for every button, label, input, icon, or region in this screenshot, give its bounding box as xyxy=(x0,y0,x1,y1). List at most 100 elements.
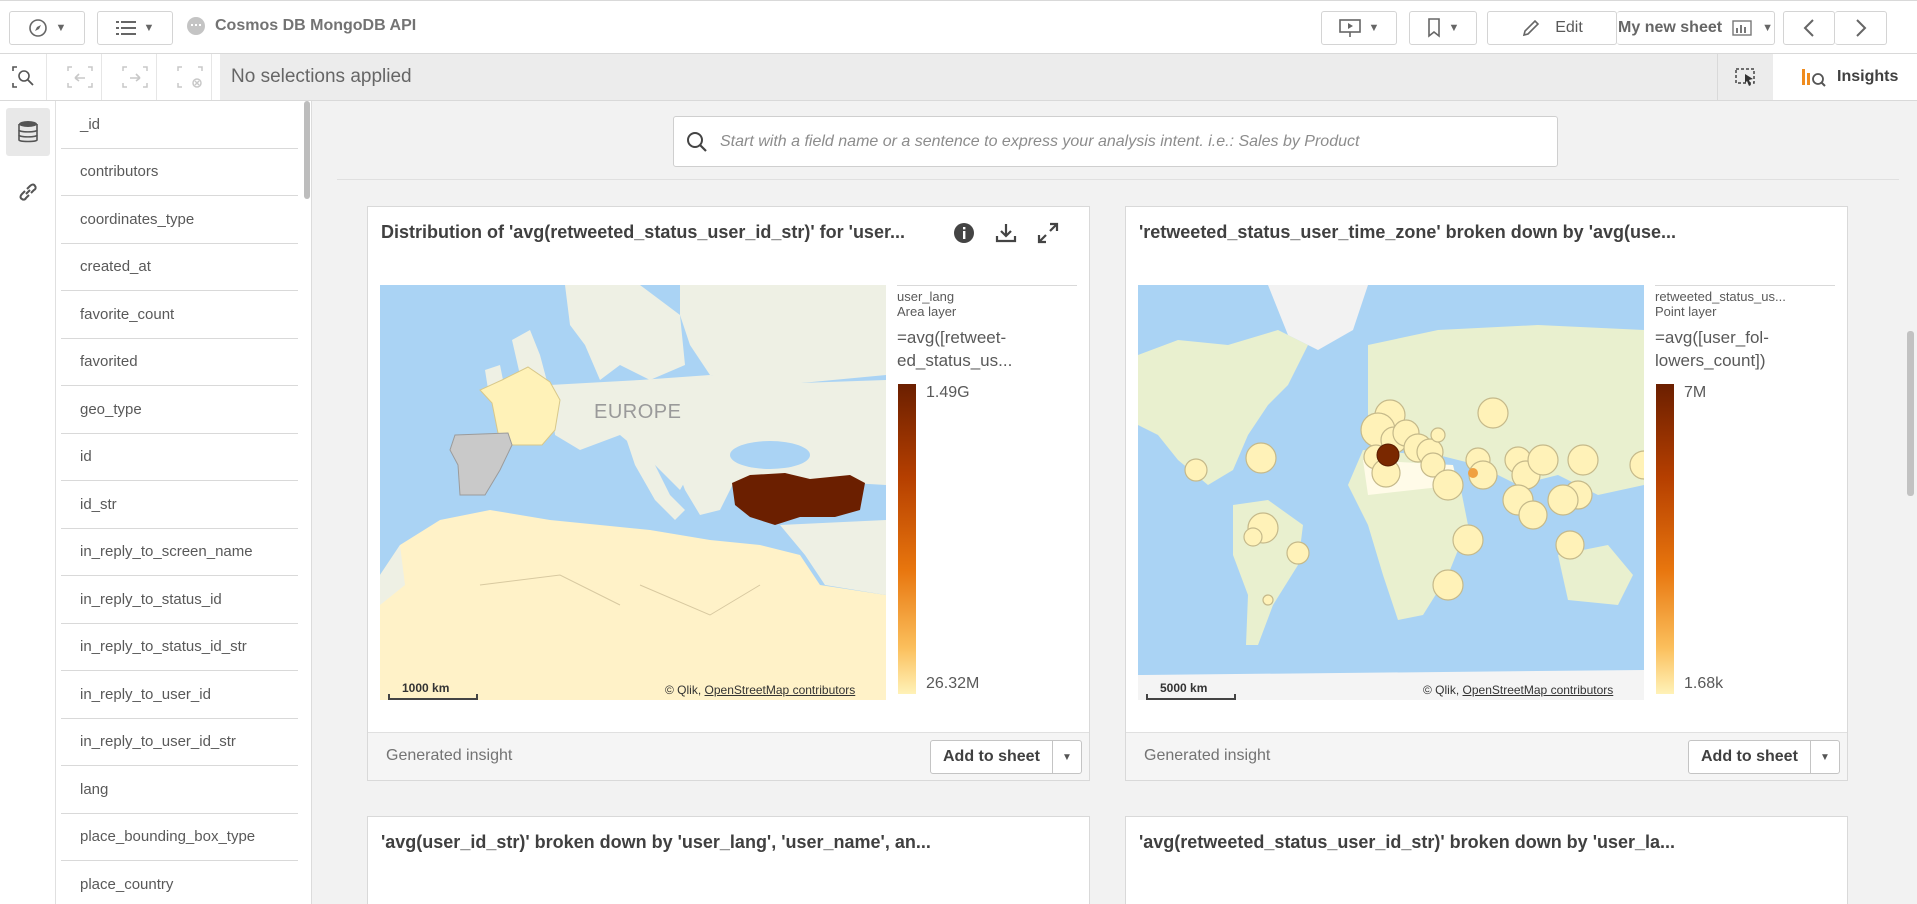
map-point-max[interactable] xyxy=(1376,443,1400,467)
map-point-mid[interactable] xyxy=(1468,468,1478,478)
field-item[interactable]: favorite_count xyxy=(61,291,298,339)
map-point[interactable] xyxy=(1262,594,1274,606)
main-scrollbar[interactable] xyxy=(1907,331,1914,496)
map-point[interactable] xyxy=(1243,527,1263,547)
add-to-sheet-button[interactable]: Add to sheet ▼ xyxy=(930,740,1082,774)
legend-expression: =avg([user_fol-lowers_count]) xyxy=(1655,328,1769,370)
map-point[interactable] xyxy=(1452,524,1484,556)
bookmark-button[interactable]: ▼ xyxy=(1409,11,1477,45)
insight-search-box[interactable] xyxy=(673,116,1558,167)
chevron-down-icon: ▼ xyxy=(1762,22,1773,34)
field-item[interactable]: place_country xyxy=(61,861,298,904)
redo-icon xyxy=(121,66,148,88)
field-item[interactable]: geo_type xyxy=(61,386,298,434)
add-to-sheet-button[interactable]: Add to sheet ▼ xyxy=(1688,740,1840,774)
card-title: 'avg(user_id_str)' broken down by 'user_… xyxy=(381,832,931,852)
compass-icon xyxy=(28,19,47,37)
app-name-label: Cosmos DB MongoDB API xyxy=(215,17,417,34)
master-items-tab[interactable] xyxy=(6,168,50,216)
map-point[interactable] xyxy=(1477,397,1509,429)
step-back-button[interactable] xyxy=(58,54,102,100)
map-point[interactable] xyxy=(1184,458,1208,482)
field-item[interactable]: id xyxy=(61,434,298,481)
map-point[interactable] xyxy=(1432,569,1464,601)
field-item[interactable]: place_bounding_box_type xyxy=(61,814,298,861)
field-item[interactable]: id_str xyxy=(61,481,298,529)
map-point[interactable] xyxy=(1547,484,1579,516)
clear-selections-button[interactable] xyxy=(168,54,212,100)
list-icon xyxy=(115,21,136,35)
osm-link[interactable]: OpenStreetMap contributors xyxy=(705,683,856,697)
insights-button[interactable]: Insights xyxy=(1773,54,1917,100)
insight-search-input[interactable] xyxy=(720,132,1540,151)
legend-max-value: 1.49G xyxy=(926,384,970,401)
field-item[interactable]: contributors xyxy=(61,149,298,196)
app-title: Cosmos DB MongoDB API xyxy=(187,17,416,35)
info-icon[interactable] xyxy=(950,219,978,247)
step-forward-button[interactable] xyxy=(113,54,157,100)
osm-link[interactable]: OpenStreetMap contributors xyxy=(1463,683,1614,697)
expand-icon[interactable] xyxy=(1034,219,1062,247)
generated-insight-label: Generated insight xyxy=(386,747,513,764)
sheet-menu-button[interactable]: My new sheet ▼ xyxy=(1617,11,1775,45)
insights-main-area: Distribution of 'avg(retweeted_status_us… xyxy=(312,101,1917,904)
add-to-sheet-label: Add to sheet xyxy=(1689,741,1811,773)
map-point[interactable] xyxy=(1555,530,1585,560)
map-point[interactable] xyxy=(1432,469,1464,501)
smart-search-button[interactable] xyxy=(3,54,47,100)
previous-sheet-button[interactable] xyxy=(1783,11,1835,45)
field-item[interactable]: in_reply_to_status_id xyxy=(61,576,298,624)
point-layer-map[interactable]: 5000 km © Qlik, OpenStreetMap contributo… xyxy=(1138,285,1644,700)
field-item[interactable]: in_reply_to_user_id xyxy=(61,671,298,719)
download-icon[interactable] xyxy=(992,219,1020,247)
field-item[interactable]: lang xyxy=(61,766,298,814)
sheet-name-label: My new sheet xyxy=(1618,19,1723,36)
top-toolbar: ▼ ▼ Cosmos DB MongoDB API ▼ ▼ Edit My ne… xyxy=(0,0,1917,54)
field-item[interactable]: _id xyxy=(61,101,298,149)
insight-card: Distribution of 'avg(retweeted_status_us… xyxy=(367,206,1090,781)
legend-layer-type: Area layer xyxy=(897,304,957,319)
insights-icon xyxy=(1802,69,1826,87)
map-point[interactable] xyxy=(1567,444,1599,476)
map-legend: user_lang Area layer =avg([retweet-ed_st… xyxy=(897,285,1077,700)
map-scale-bar: 5000 km xyxy=(1146,681,1236,700)
chevron-left-icon xyxy=(1803,19,1814,37)
map-point[interactable] xyxy=(1518,500,1548,530)
map-point[interactable] xyxy=(1286,541,1310,565)
map-point[interactable] xyxy=(1629,450,1644,480)
legend-layer-field: retweeted_status_us... xyxy=(1655,289,1786,304)
selection-tool-button[interactable] xyxy=(1717,54,1773,100)
field-item[interactable]: coordinates_type xyxy=(61,196,298,244)
chevron-down-icon[interactable]: ▼ xyxy=(1053,741,1081,773)
map-point[interactable] xyxy=(1245,442,1277,474)
map-point[interactable] xyxy=(1430,427,1446,443)
map-legend: retweeted_status_us... Point layer =avg(… xyxy=(1655,285,1835,700)
field-list-scrollbar[interactable] xyxy=(304,101,310,199)
chevron-down-icon[interactable]: ▼ xyxy=(1811,741,1839,773)
sheet-list-button[interactable]: ▼ xyxy=(97,11,173,45)
area-layer-map[interactable]: EUROPE 1000 km © Qlik, OpenStreetMap con… xyxy=(380,285,886,700)
pencil-icon xyxy=(1523,19,1540,37)
selection-status: No selections applied xyxy=(220,54,1717,100)
attribution-prefix: © Qlik, xyxy=(665,683,705,697)
field-item[interactable]: in_reply_to_status_id_str xyxy=(61,624,298,671)
selection-bar: No selections applied Insights xyxy=(0,54,1917,101)
generated-insight-label: Generated insight xyxy=(1144,747,1271,764)
edit-button[interactable]: Edit xyxy=(1487,11,1617,45)
divider xyxy=(337,179,1899,180)
next-sheet-button[interactable] xyxy=(1835,11,1887,45)
chevron-down-icon: ▼ xyxy=(1368,22,1380,34)
app-icon xyxy=(187,17,205,35)
presentation-button[interactable]: ▼ xyxy=(1321,11,1397,45)
presentation-icon xyxy=(1338,19,1361,37)
legend-color-scale xyxy=(898,384,916,694)
sheet-icon xyxy=(1732,20,1752,36)
field-item[interactable]: created_at xyxy=(61,244,298,291)
fields-tab[interactable] xyxy=(6,108,50,156)
field-item[interactable]: in_reply_to_user_id_str xyxy=(61,719,298,766)
navigation-menu-button[interactable]: ▼ xyxy=(9,11,85,45)
field-item[interactable]: in_reply_to_screen_name xyxy=(61,529,298,576)
legend-color-scale xyxy=(1656,384,1674,694)
field-item[interactable]: favorited xyxy=(61,339,298,386)
map-point[interactable] xyxy=(1527,444,1559,476)
